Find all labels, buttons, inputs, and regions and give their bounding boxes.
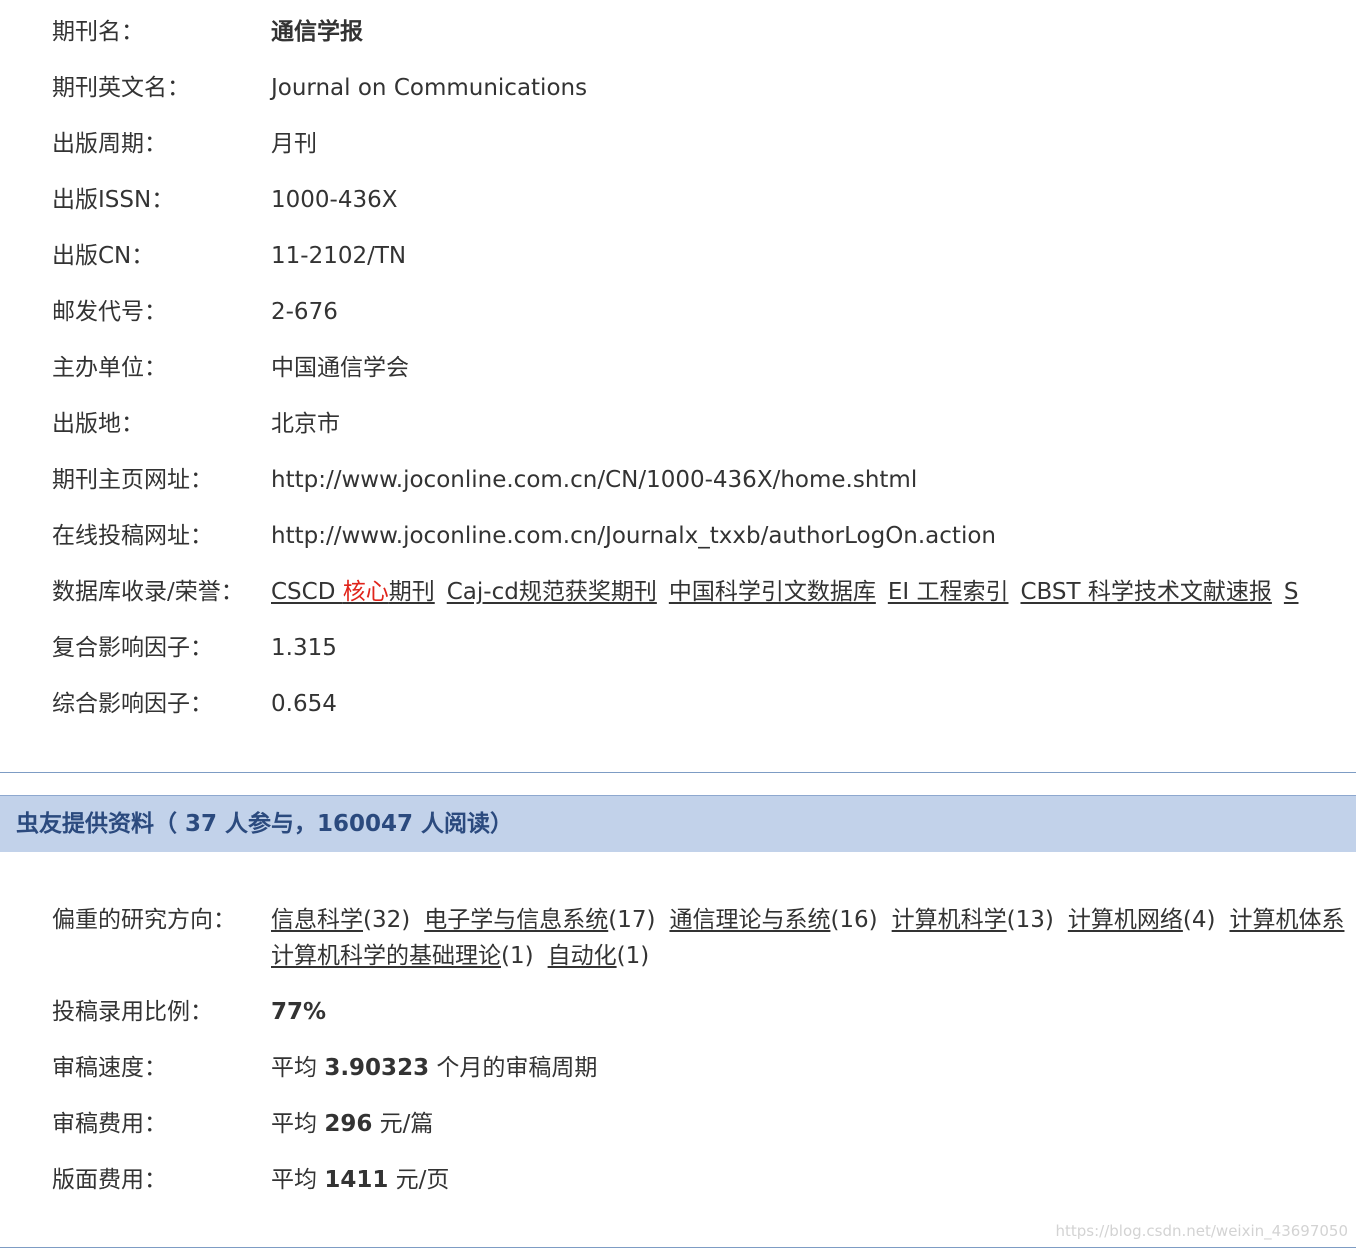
cscd-suffix: 期刊 — [388, 579, 435, 605]
review-fee-suffix: 元/篇 — [372, 1111, 434, 1137]
postal-code-value: 2-676 — [271, 299, 338, 325]
journal-name-value: 通信学报 — [271, 19, 363, 45]
journal-name-label: 期刊名： — [52, 19, 144, 45]
research-link-computer-arch[interactable]: 计算机体系 — [1229, 907, 1344, 933]
research-link-computer-science[interactable]: 计算机科学 — [892, 907, 1007, 933]
row-review-speed: 审稿速度： 平均 3.90323 个月的审稿周期 — [0, 1048, 1356, 1104]
frequency-value: 月刊 — [271, 131, 317, 157]
row-acceptance-ratio: 投稿录用比例： 77% — [0, 992, 1356, 1048]
database-honors-label: 数据库收录/荣誉： — [52, 579, 244, 605]
row-review-fee: 审稿费用： 平均 296 元/篇 — [0, 1104, 1356, 1160]
contrib-info-table: 偏重的研究方向： 信息科学(32) 电子学与信息系统(17) 通信理论与系统(16)… — [0, 892, 1356, 1216]
row-database-honors: 数据库收录/荣誉： CSCD 核心期刊 Caj-cd规范获奖期刊 中国科学引文数据库… — [0, 564, 1356, 620]
homepage-label: 期刊主页网址： — [52, 467, 213, 493]
review-fee-label: 审稿费用： — [52, 1111, 167, 1137]
honor-link-truncated[interactable]: S — [1284, 579, 1299, 605]
research-count: (13) — [1006, 907, 1054, 933]
row-page-fee: 版面费用： 平均 1411 元/页 — [0, 1160, 1356, 1216]
research-directions-list: 信息科学(32) 电子学与信息系统(17) 通信理论与系统(16) 计算机科学(13)… — [271, 902, 1344, 974]
research-count: (4) — [1182, 907, 1216, 933]
cn-value: 11-2102/TN — [271, 243, 407, 269]
homepage-url: http://www.joconline.com.cn/CN/1000-436X… — [271, 467, 918, 493]
cn-label: 出版CN： — [52, 243, 155, 269]
english-name-value: Journal on Communications — [271, 75, 588, 101]
research-line-1: 信息科学(32) 电子学与信息系统(17) 通信理论与系统(16) 计算机科学(13)… — [271, 902, 1344, 938]
review-speed-number: 3.90323 — [324, 1055, 430, 1081]
research-link-comm-theory[interactable]: 通信理论与系统 — [669, 907, 830, 933]
publish-place-label: 出版地： — [52, 411, 144, 437]
row-frequency: 出版周期： 月刊 — [0, 116, 1356, 172]
english-name-label: 期刊英文名： — [52, 75, 190, 101]
page-fee-suffix: 元/页 — [388, 1167, 450, 1193]
acceptance-label: 投稿录用比例： — [52, 999, 213, 1025]
research-line-2: 计算机科学的基础理论(1) 自动化(1) — [271, 938, 1344, 974]
research-link-cs-foundations[interactable]: 计算机科学的基础理论 — [271, 943, 501, 969]
research-count: (32) — [363, 907, 411, 933]
cscd-core-highlight: 核心 — [342, 579, 389, 605]
section-bottom-divider — [0, 1247, 1356, 1248]
row-cn: 出版CN： 11-2102/TN — [0, 228, 1356, 284]
acceptance-value: 77% — [271, 999, 327, 1025]
research-count: (16) — [830, 907, 878, 933]
row-homepage: 期刊主页网址： http://www.joconline.com.cn/CN/1… — [0, 452, 1356, 508]
sponsor-value: 中国通信学会 — [271, 355, 409, 381]
row-postal-code: 邮发代号： 2-676 — [0, 284, 1356, 340]
row-comprehensive-if: 综合影响因子： 0.654 — [0, 676, 1356, 732]
comprehensive-if-label: 综合影响因子： — [52, 691, 213, 717]
review-speed-suffix: 个月的审稿周期 — [429, 1055, 598, 1081]
review-speed-prefix: 平均 — [271, 1055, 325, 1081]
database-honors-list: CSCD 核心期刊 Caj-cd规范获奖期刊 中国科学引文数据库 EI 工程索引 CBS… — [271, 564, 1311, 620]
honor-link-cscd-database[interactable]: 中国科学引文数据库 — [669, 579, 876, 605]
row-journal-name: 期刊名： 通信学报 — [0, 4, 1356, 60]
honor-link-cscd[interactable]: CSCD 核心期刊 — [271, 579, 435, 605]
row-english-name: 期刊英文名： Journal on Communications — [0, 60, 1356, 116]
frequency-label: 出版周期： — [52, 131, 167, 157]
row-publish-place: 出版地： 北京市 — [0, 396, 1356, 452]
sponsor-label: 主办单位： — [52, 355, 167, 381]
journal-info-table: 期刊名： 通信学报 期刊英文名： Journal on Communicatio… — [0, 4, 1356, 732]
review-fee-number: 296 — [324, 1111, 373, 1137]
csdn-watermark: https://blog.csdn.net/weixin_43697050 — [1055, 1222, 1348, 1240]
row-composite-if: 复合影响因子： 1.315 — [0, 620, 1356, 676]
page-fee-prefix: 平均 — [271, 1167, 325, 1193]
composite-if-label: 复合影响因子： — [52, 635, 213, 661]
comprehensive-if-value: 0.654 — [271, 691, 337, 717]
publish-place-value: 北京市 — [271, 411, 340, 437]
issn-value: 1000-436X — [271, 187, 398, 213]
row-research-directions: 偏重的研究方向： 信息科学(32) 电子学与信息系统(17) 通信理论与系统(16)… — [0, 892, 1356, 992]
honor-link-ei[interactable]: EI 工程索引 — [888, 579, 1009, 605]
honor-link-cbst[interactable]: CBST 科学技术文献速报 — [1020, 579, 1271, 605]
page-fee-value: 平均 1411 元/页 — [271, 1162, 449, 1198]
journal-info-page: 期刊名： 通信学报 期刊英文名： Journal on Communicatio… — [0, 0, 1356, 1250]
review-speed-label: 审稿速度： — [52, 1055, 167, 1081]
row-submission: 在线投稿网址： http://www.joconline.com.cn/Jour… — [0, 508, 1356, 564]
submission-label: 在线投稿网址： — [52, 523, 213, 549]
research-label: 偏重的研究方向： — [52, 907, 236, 933]
research-count: (1) — [501, 943, 534, 969]
review-fee-value: 平均 296 元/篇 — [271, 1106, 433, 1142]
research-link-computer-network[interactable]: 计算机网络 — [1068, 907, 1183, 933]
page-fee-number: 1411 — [324, 1167, 389, 1193]
page-fee-label: 版面费用： — [52, 1167, 167, 1193]
postal-code-label: 邮发代号： — [52, 299, 167, 325]
issn-label: 出版ISSN： — [52, 187, 175, 213]
research-count: (17) — [608, 907, 656, 933]
row-sponsor: 主办单位： 中国通信学会 — [0, 340, 1356, 396]
row-issn: 出版ISSN： 1000-436X — [0, 172, 1356, 228]
contrib-section-header: 虫友提供资料（ 37 人参与，160047 人阅读） — [0, 795, 1356, 852]
review-speed-value: 平均 3.90323 个月的审稿周期 — [271, 1050, 597, 1086]
research-link-info-science[interactable]: 信息科学 — [271, 907, 363, 933]
contrib-section-title: 虫友提供资料（ 37 人参与，160047 人阅读） — [16, 811, 514, 837]
honor-link-cajcd[interactable]: Caj-cd规范获奖期刊 — [447, 579, 657, 605]
submission-url: http://www.joconline.com.cn/Journalx_txx… — [271, 523, 996, 549]
research-link-automation[interactable]: 自动化 — [548, 943, 617, 969]
section-top-divider — [0, 772, 1356, 773]
cscd-prefix: CSCD — [271, 579, 343, 605]
research-count: (1) — [616, 943, 650, 969]
composite-if-value: 1.315 — [271, 635, 337, 661]
research-link-electronics[interactable]: 电子学与信息系统 — [424, 907, 608, 933]
review-fee-prefix: 平均 — [271, 1111, 325, 1137]
